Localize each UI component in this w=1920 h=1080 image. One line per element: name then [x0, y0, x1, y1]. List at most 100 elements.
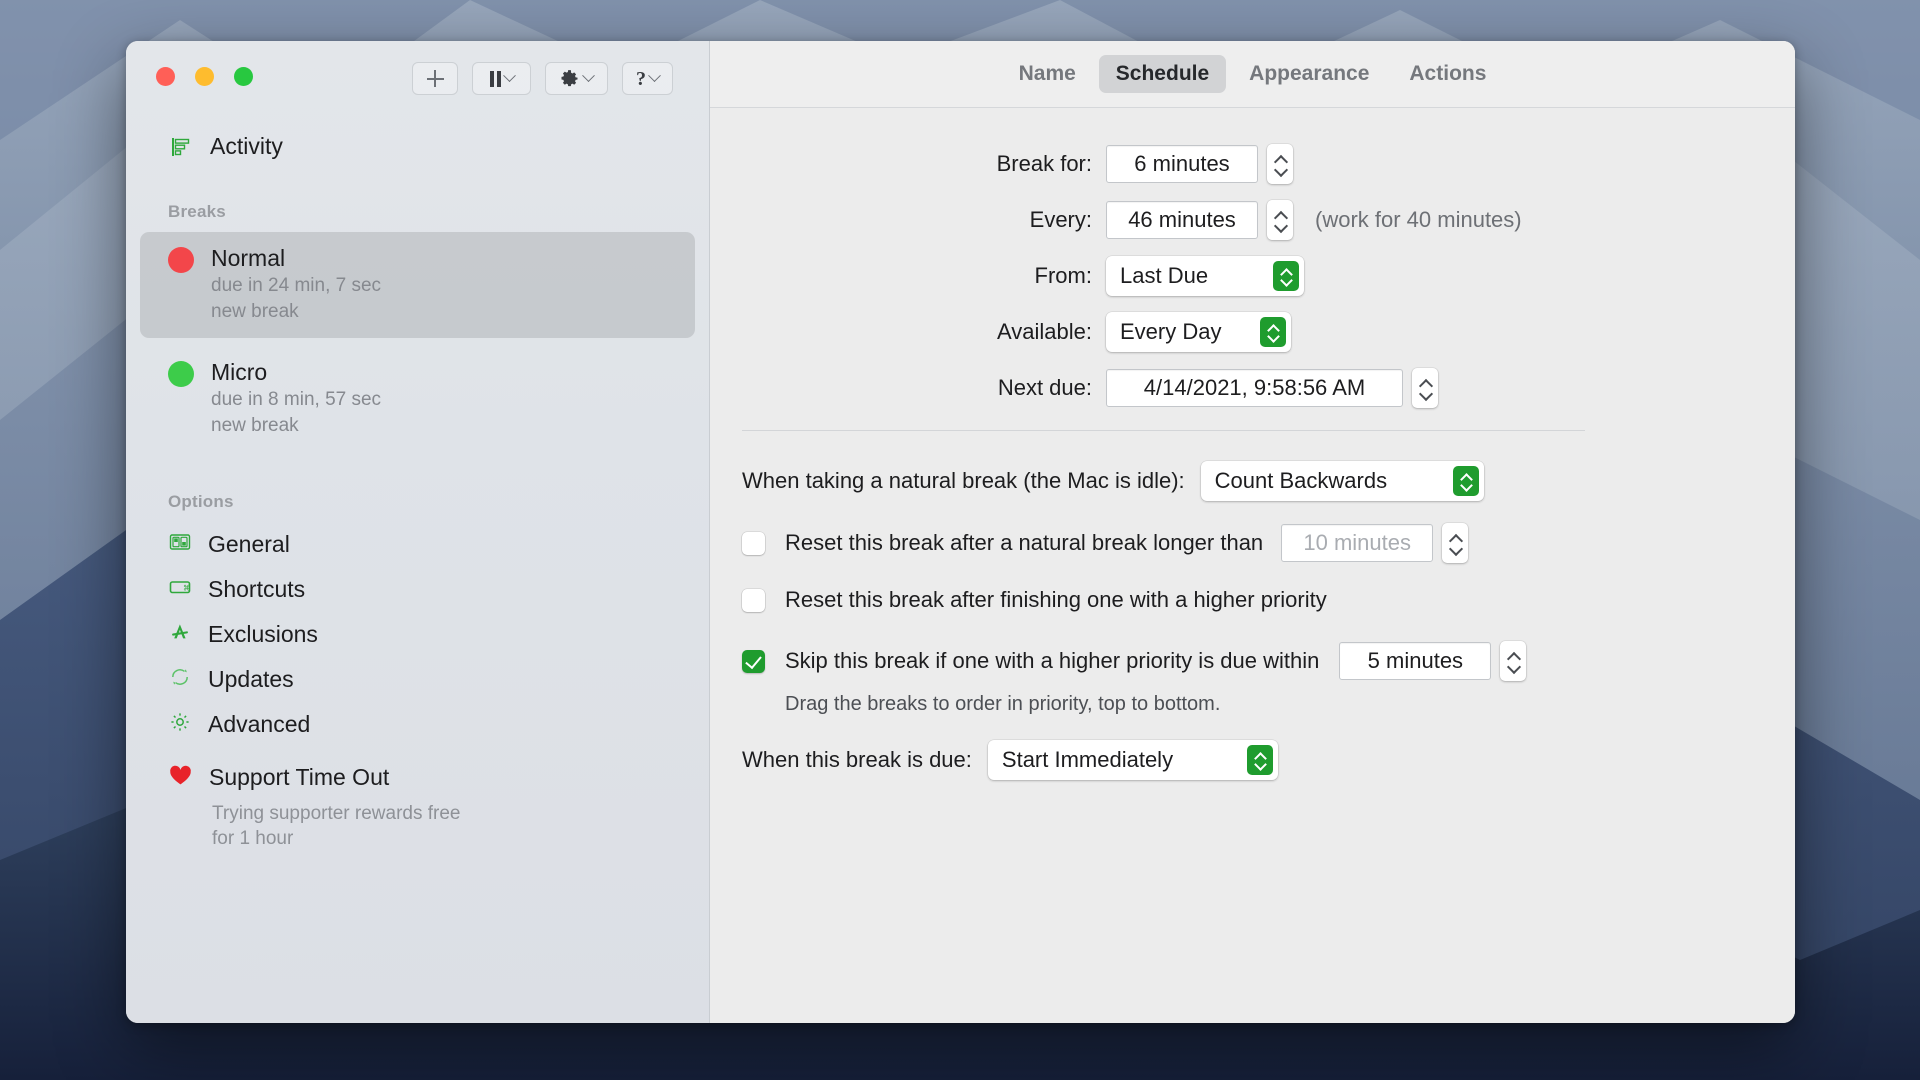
stepper-up-icon[interactable]: [1450, 535, 1461, 541]
sidebar-item-general[interactable]: General: [140, 522, 695, 567]
stepper-down-icon[interactable]: [1420, 391, 1431, 397]
break-for-row: Break for: 6 minutes: [710, 144, 1795, 184]
from-label: From:: [710, 263, 1106, 289]
sidebar-section-options: Options: [140, 492, 695, 512]
tab-appearance[interactable]: Appearance: [1232, 55, 1386, 93]
tab-schedule[interactable]: Schedule: [1099, 55, 1226, 93]
every-stepper[interactable]: [1267, 200, 1293, 240]
tab-actions[interactable]: Actions: [1392, 55, 1503, 93]
break-color-dot: [168, 247, 194, 273]
sidebar-section-breaks: Breaks: [140, 202, 695, 222]
from-row: From: Last Due: [710, 256, 1795, 296]
add-break-button[interactable]: [412, 62, 458, 95]
stepper-down-icon[interactable]: [1275, 223, 1286, 229]
work-duration-hint: (work for 40 minutes): [1315, 207, 1522, 233]
stepper-down-icon[interactable]: [1450, 546, 1461, 552]
skip-if-higher-checkbox[interactable]: [742, 650, 765, 673]
chevron-down-icon: [503, 69, 516, 82]
break-item-micro[interactable]: Micro due in 8 min, 57 sec new break: [140, 346, 695, 452]
sidebar-item-advanced[interactable]: Advanced: [140, 702, 695, 747]
break-status-text: new break: [211, 299, 381, 324]
break-for-label: Break for:: [710, 151, 1106, 177]
minimize-button[interactable]: [195, 67, 214, 86]
support-sub-line1: Trying supporter rewards free: [140, 801, 695, 826]
sidebar-item-label: Updates: [208, 666, 294, 693]
support-sub-line2: for 1 hour: [140, 826, 695, 851]
next-due-input[interactable]: 4/14/2021, 9:58:56 AM: [1106, 369, 1403, 407]
stepper-up-icon[interactable]: [1508, 653, 1519, 659]
every-row: Every: 46 minutes (work for 40 minutes): [710, 200, 1795, 240]
close-button[interactable]: [156, 67, 175, 86]
stepper-down-icon[interactable]: [1275, 167, 1286, 173]
sidebar-item-shortcuts[interactable]: ⌘ Shortcuts: [140, 567, 695, 612]
natural-break-popup-button[interactable]: Count Backwards: [1201, 461, 1484, 501]
popup-arrows-icon: [1453, 466, 1479, 496]
break-name: Micro: [211, 358, 381, 387]
plus-icon: [427, 70, 444, 87]
break-for-input[interactable]: 6 minutes: [1106, 145, 1258, 183]
activity-chart-icon: [168, 134, 194, 160]
pause-icon: [490, 71, 501, 87]
sidebar-item-activity[interactable]: Activity: [140, 127, 695, 166]
reset-after-natural-row: Reset this break after a natural break l…: [742, 523, 1795, 563]
svg-text:⌘: ⌘: [183, 583, 191, 592]
tab-bar: Name Schedule Appearance Actions: [710, 41, 1795, 108]
every-label: Every:: [710, 207, 1106, 233]
natural-break-row: When taking a natural break (the Mac is …: [742, 461, 1795, 501]
sidebar-item-exclusions[interactable]: Exclusions: [140, 612, 695, 657]
zoom-button[interactable]: [234, 67, 253, 86]
main-panel: Name Schedule Appearance Actions Break f…: [710, 41, 1795, 1023]
sidebar-item-label: Shortcuts: [208, 576, 305, 603]
sidebar-item-support[interactable]: Support Time Out: [140, 755, 695, 801]
next-due-stepper[interactable]: [1412, 368, 1438, 408]
break-for-stepper[interactable]: [1267, 144, 1293, 184]
break-name: Normal: [211, 244, 381, 273]
break-color-dot: [168, 361, 194, 387]
skip-if-higher-row: Skip this break if one with a higher pri…: [742, 641, 1795, 681]
chevron-down-icon: [648, 69, 661, 82]
switches-icon: [168, 530, 192, 559]
natural-break-value: Count Backwards: [1215, 468, 1441, 494]
break-due-text: due in 24 min, 7 sec: [211, 273, 381, 298]
toolbar: ?: [412, 62, 673, 95]
break-item-normal[interactable]: Normal due in 24 min, 7 sec new break: [140, 232, 695, 338]
from-popup-button[interactable]: Last Due: [1106, 256, 1304, 296]
reset-after-higher-row: Reset this break after finishing one wit…: [742, 587, 1795, 613]
reset-after-higher-label: Reset this break after finishing one wit…: [785, 587, 1327, 613]
gear-outline-icon: [168, 710, 192, 739]
stepper-down-icon[interactable]: [1508, 664, 1519, 670]
break-due-text: due in 8 min, 57 sec: [211, 387, 381, 412]
sidebar-item-updates[interactable]: Updates: [140, 657, 695, 702]
gear-icon: [560, 69, 580, 89]
popup-arrows-icon: [1247, 745, 1273, 775]
reset-after-natural-label: Reset this break after a natural break l…: [785, 530, 1263, 556]
reset-after-natural-input[interactable]: 10 minutes: [1281, 524, 1433, 562]
every-input[interactable]: 46 minutes: [1106, 201, 1258, 239]
schedule-form: Break for: 6 minutes Every: 46 minutes (…: [710, 108, 1795, 780]
help-menu-button[interactable]: ?: [622, 62, 673, 95]
question-mark-icon: ?: [636, 69, 646, 89]
next-due-label: Next due:: [710, 375, 1106, 401]
reset-after-higher-checkbox[interactable]: [742, 589, 765, 612]
stepper-up-icon[interactable]: [1275, 212, 1286, 218]
stepper-up-icon[interactable]: [1275, 156, 1286, 162]
chevron-down-icon: [582, 69, 595, 82]
break-status-text: new break: [211, 413, 381, 438]
natural-break-label: When taking a natural break (the Mac is …: [742, 468, 1185, 494]
reset-after-natural-checkbox[interactable]: [742, 532, 765, 555]
heart-icon: [168, 763, 193, 793]
available-popup-button[interactable]: Every Day: [1106, 312, 1291, 352]
sidebar-item-label: Activity: [210, 133, 283, 160]
stepper-up-icon[interactable]: [1420, 380, 1431, 386]
window-traffic-lights: [156, 67, 253, 86]
reset-after-natural-stepper[interactable]: [1442, 523, 1468, 563]
tab-name[interactable]: Name: [1002, 55, 1093, 93]
skip-if-higher-input[interactable]: 5 minutes: [1339, 642, 1491, 680]
pause-menu-button[interactable]: [472, 62, 531, 95]
skip-if-higher-stepper[interactable]: [1500, 641, 1526, 681]
settings-menu-button[interactable]: [545, 62, 608, 95]
from-value: Last Due: [1120, 263, 1261, 289]
sidebar-item-label: Exclusions: [208, 621, 318, 648]
refresh-circle-icon: [168, 665, 192, 694]
when-due-popup-button[interactable]: Start Immediately: [988, 740, 1278, 780]
